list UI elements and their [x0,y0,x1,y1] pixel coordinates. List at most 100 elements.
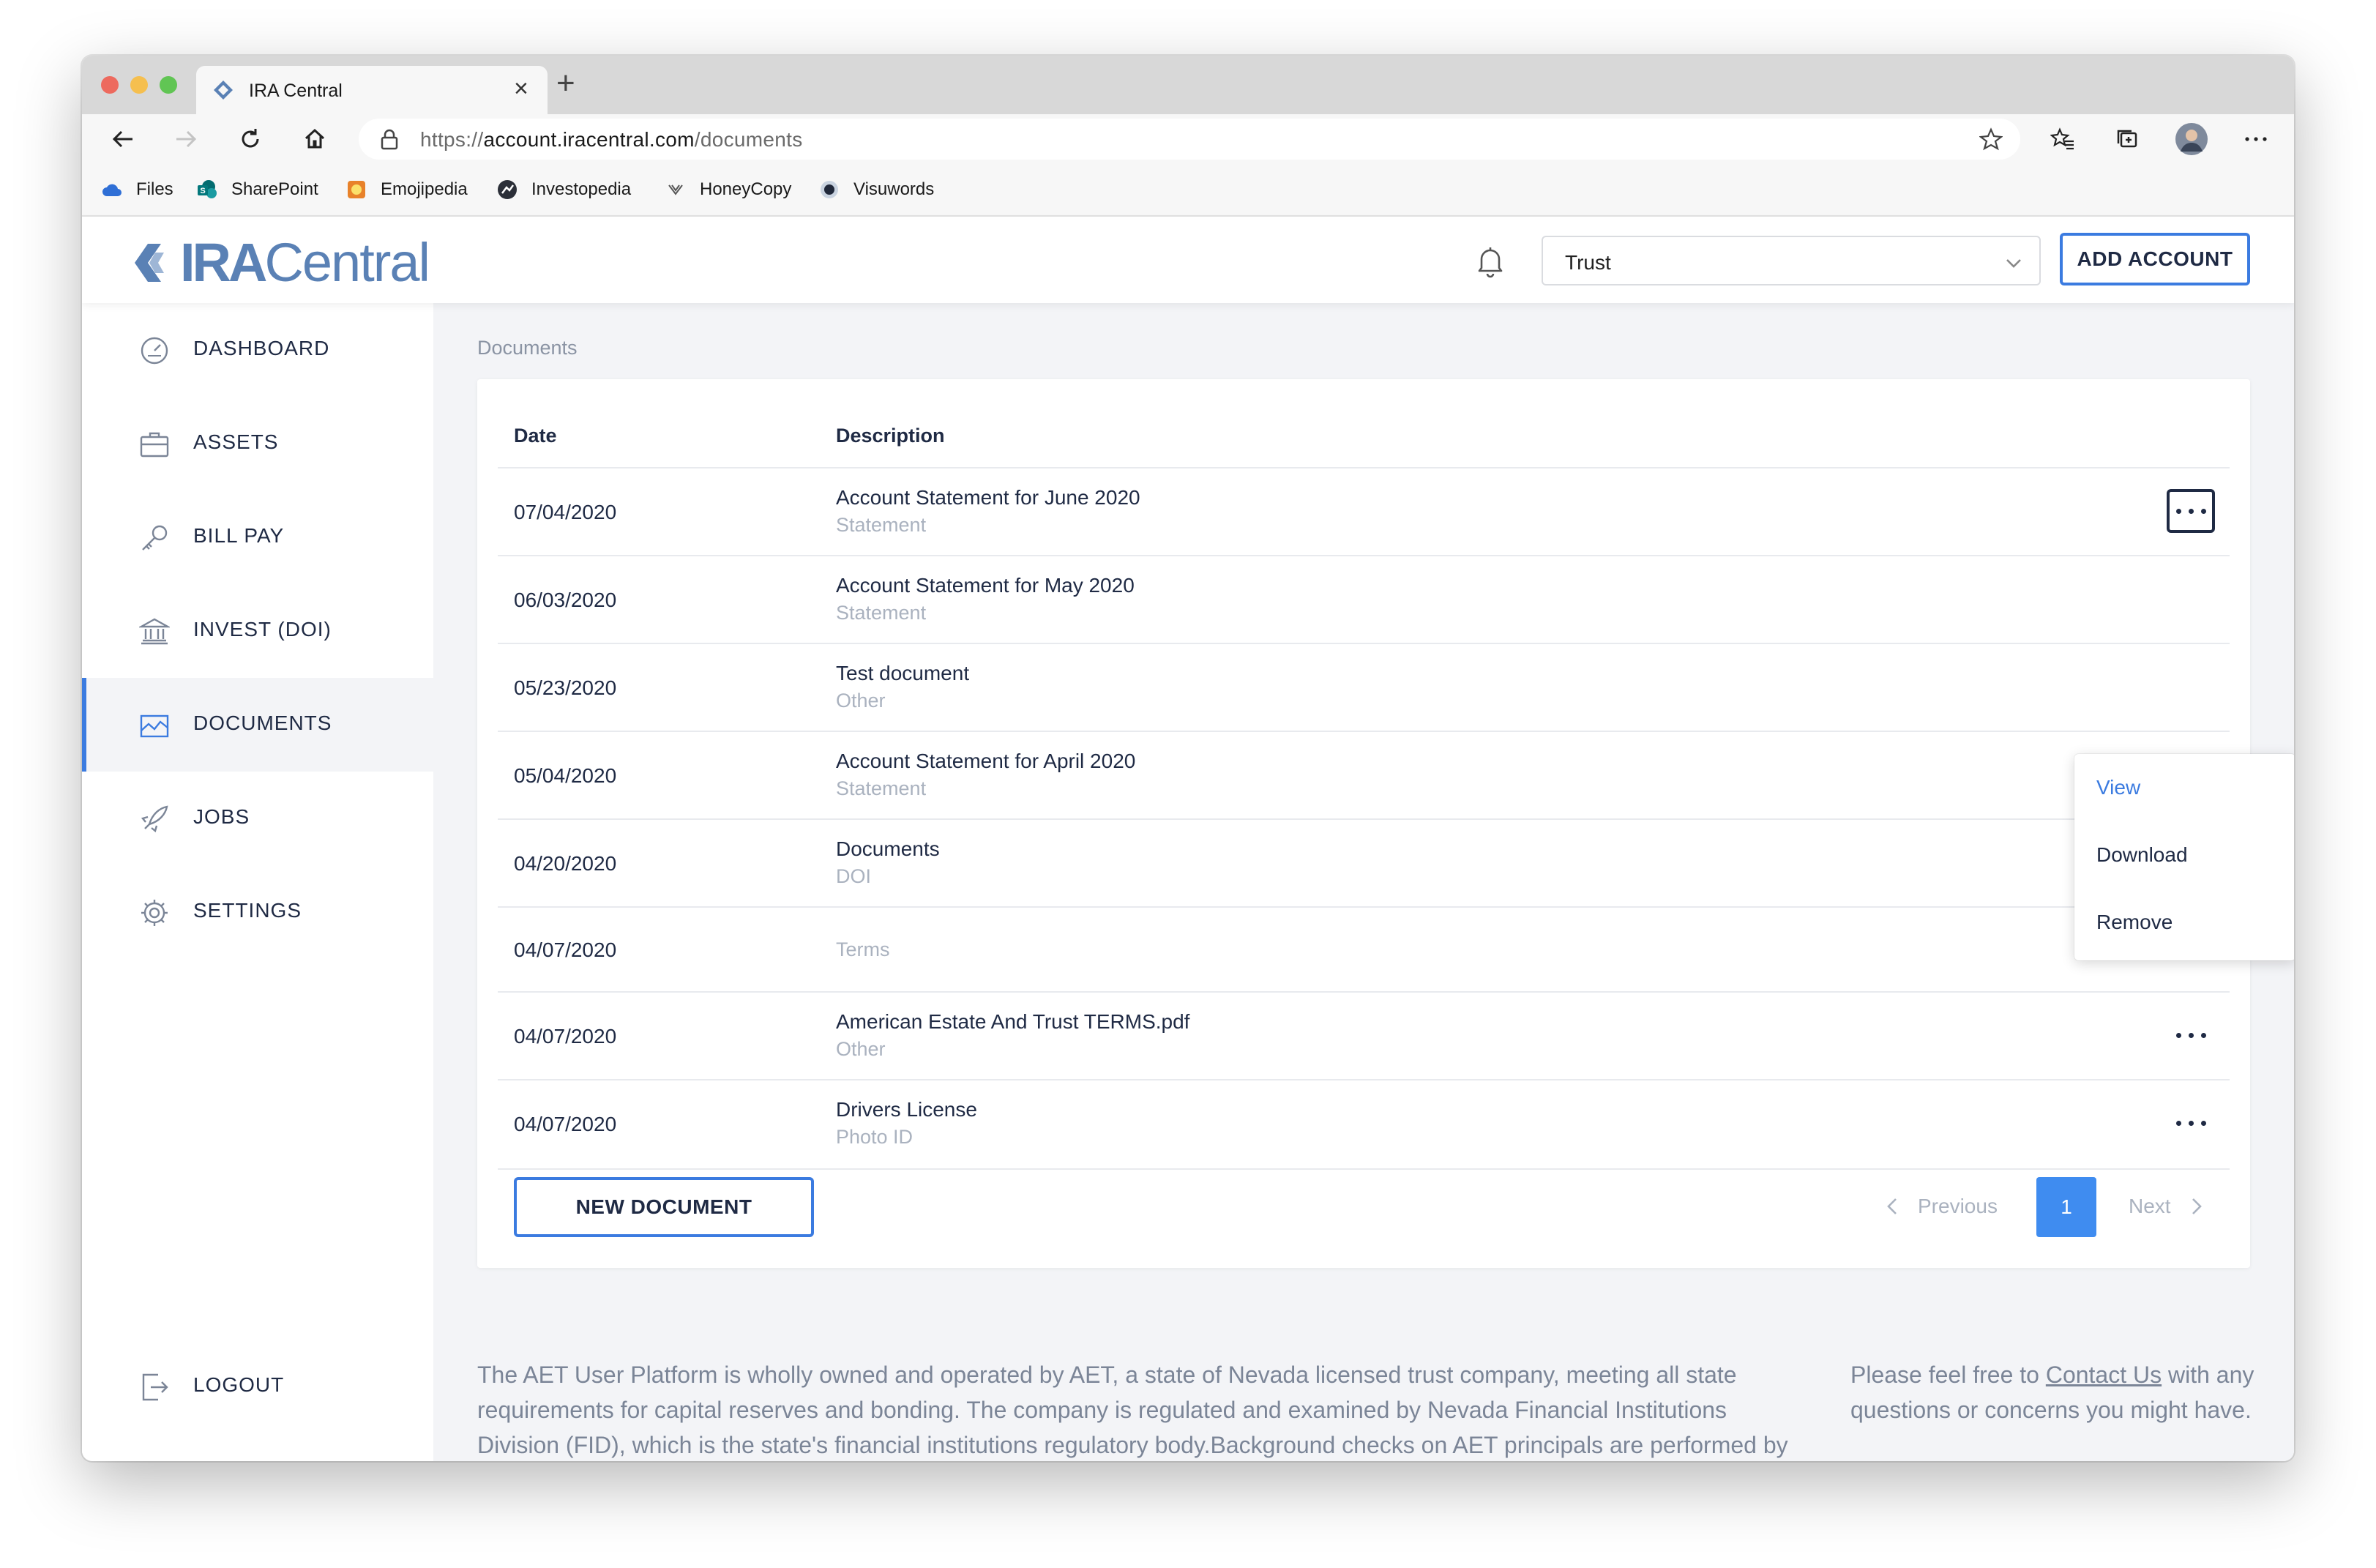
row-date: 04/20/2020 [514,852,617,875]
row-type: DOI [836,865,872,887]
row-title: American Estate And Trust TERMS.pdf [836,1010,1190,1033]
row-title: Account Statement for April 2020 [836,750,1136,772]
table-row[interactable]: 04/07/2020 Drivers License Photo ID [498,1079,2230,1170]
chevron-right-icon [2192,1198,2202,1214]
bank-icon [139,618,170,645]
row-title: Documents [836,837,940,860]
profile-avatar[interactable] [2174,122,2209,157]
row-title: Drivers License [836,1098,977,1121]
new-tab-button[interactable]: + [556,67,575,100]
menu-item-view[interactable]: View [2096,776,2140,799]
table-row[interactable]: 07/04/2020 Account Statement for June 20… [498,467,2230,556]
reload-icon[interactable] [233,122,268,157]
ira-favicon-icon [214,81,233,100]
emojipedia-icon [348,181,365,198]
collections-icon[interactable] [2110,122,2145,157]
bookmarks-bar: Files S SharePoint Emojipedia Investoped… [82,164,2294,217]
documents-card: Date Description 07/04/2020 Account Stat… [477,379,2250,1268]
cloud-icon [102,184,122,196]
more-options-icon[interactable] [2238,122,2274,157]
pagination-page-1[interactable]: 1 [2036,1177,2096,1237]
bookmark-emojipedia[interactable]: Emojipedia [345,179,468,201]
bookmark-files[interactable]: Files [101,179,173,201]
sidebar-item-invest[interactable]: INVEST (DOI) [82,584,433,678]
bookmark-sharepoint[interactable]: S SharePoint [196,179,318,201]
visuwords-icon [821,181,838,198]
table-row[interactable]: 04/07/2020 American Estate And Trust TER… [498,991,2230,1080]
svg-text:S: S [200,187,205,195]
contact-us-link[interactable]: Contact Us [2046,1362,2162,1388]
app-header: IRACentral Trust ADD ACCOUNT [82,217,2294,303]
row-type: Other [836,690,886,712]
chevron-left-icon [1887,1198,1897,1214]
row-date: 06/03/2020 [514,589,617,611]
breadcrumb: Documents [477,337,578,359]
bookmark-honeycopy[interactable]: HoneyCopy [665,179,791,201]
row-actions-button[interactable] [2167,1101,2215,1145]
favorites-icon[interactable] [2045,122,2080,157]
column-header-date: Date [514,425,557,447]
close-window-button[interactable] [101,76,119,94]
row-date: 04/07/2020 [514,1025,617,1048]
favorite-star-icon[interactable] [1979,127,2003,151]
sidebar-item-settings[interactable]: SETTINGS [82,865,433,959]
row-type: Statement [836,514,927,536]
home-icon[interactable] [297,122,332,157]
account-select[interactable]: Trust [1542,236,2041,285]
sidebar-item-bill-pay[interactable]: BILL PAY [82,490,433,584]
row-actions-menu: View Download Remove [2074,754,2294,960]
row-title: Test document [836,662,970,684]
forward-icon[interactable] [168,122,203,157]
browser-tab[interactable]: IRA Central × [196,66,548,114]
ira-central-logo[interactable]: IRACentral [132,236,430,290]
logout-icon [142,1373,168,1401]
pagination-previous[interactable]: Previous [1886,1195,1998,1218]
bookmark-visuwords[interactable]: Visuwords [818,179,934,201]
add-account-button[interactable]: ADD ACCOUNT [2060,233,2250,285]
row-type: Statement [836,777,927,799]
back-icon[interactable] [105,122,141,157]
rocket-icon [141,805,168,833]
new-document-button[interactable]: NEW DOCUMENT [514,1177,814,1237]
gauge-icon [141,337,168,365]
row-type: Photo ID [836,1126,914,1148]
table-row[interactable]: 04/07/2020 Terms [498,906,2230,993]
footer-contact: Please feel free to Contact Us with any … [1850,1362,2254,1423]
address-bar[interactable]: https://account.iracentral.com/documents [359,119,2020,160]
sidebar-item-assets[interactable]: ASSETS [82,397,433,490]
menu-item-download[interactable]: Download [2096,843,2188,867]
browser-window: IRA Central × + https://account.iracentr… [82,56,2294,1461]
key-icon [142,525,168,550]
table-row[interactable]: 05/04/2020 Account Statement for April 2… [498,731,2230,820]
table-row[interactable]: 05/23/2020 Test document Other [498,643,2230,732]
table-row[interactable]: 06/03/2020 Account Statement for May 202… [498,555,2230,644]
lock-icon [381,129,398,150]
row-type: Statement [836,602,927,624]
row-date: 05/23/2020 [514,676,617,699]
row-actions-button[interactable] [2167,1013,2215,1057]
logout-button[interactable]: LOGOUT [82,1340,433,1433]
row-type: Terms [836,938,890,960]
row-date: 04/07/2020 [514,938,617,961]
zoom-window-button[interactable] [160,76,177,94]
honeycopy-icon [668,184,683,195]
row-type: Other [836,1038,886,1060]
pagination-next[interactable]: Next [2129,1195,2203,1218]
gear-icon [141,900,168,926]
sidebar-item-jobs[interactable]: JOBS [82,772,433,865]
notification-bell-icon[interactable] [1473,243,1508,278]
briefcase-icon [140,432,169,458]
menu-item-remove[interactable]: Remove [2096,911,2173,934]
investopedia-icon [498,180,517,199]
sidebar-item-documents[interactable]: DOCUMENTS [82,678,433,772]
sidebar-item-dashboard[interactable]: DASHBOARD [82,303,433,397]
chevron-down-icon [2006,259,2021,268]
app: IRACentral Trust ADD ACCOUNT DASHBOARD A… [82,217,2294,1461]
bookmark-investopedia[interactable]: Investopedia [496,179,631,201]
footer-disclaimer: The AET User Platform is wholly owned an… [477,1362,1788,1458]
minimize-window-button[interactable] [130,76,148,94]
row-actions-button[interactable] [2167,489,2215,533]
close-tab-icon[interactable]: × [514,76,528,101]
table-row[interactable]: 04/20/2020 Documents DOI [498,818,2230,908]
sidebar: DASHBOARD ASSETS BILL PAY INVEST (DOI) D… [82,303,433,1461]
